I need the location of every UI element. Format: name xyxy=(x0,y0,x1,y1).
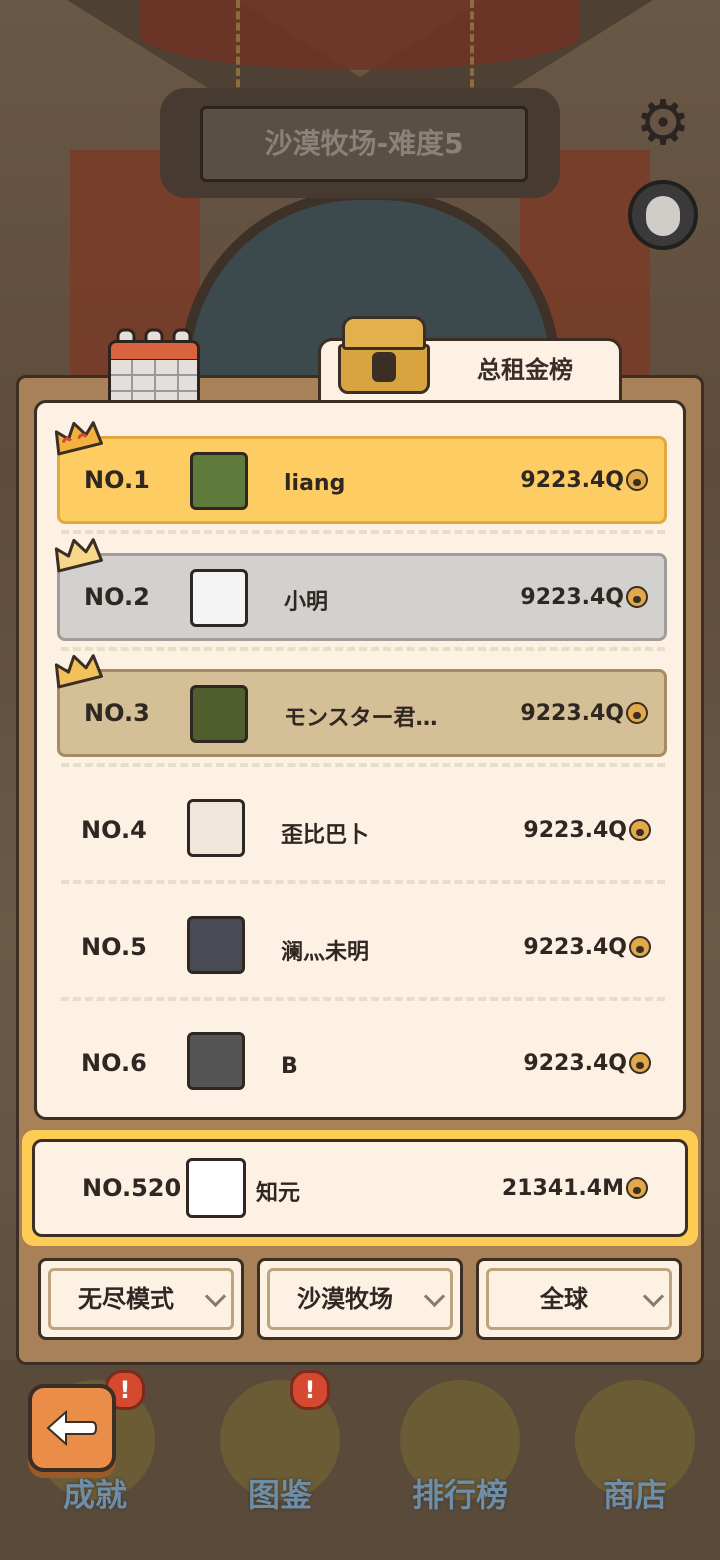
score-value: 9223.4Q xyxy=(523,934,627,960)
nav-label: 图鉴 xyxy=(247,1476,312,1514)
player-name: B xyxy=(281,1053,298,1079)
score-value: 9223.4Q xyxy=(523,817,627,843)
table-row[interactable]: NO.1 liang 9223.4Q xyxy=(54,421,667,524)
avatar xyxy=(187,1032,245,1090)
rank-label: NO.2 xyxy=(84,583,150,611)
nav-label: 商店 xyxy=(602,1476,667,1514)
region-dropdown[interactable]: 全球 xyxy=(476,1258,682,1340)
table-row[interactable]: NO.4 歪比巴卜 9223.4Q xyxy=(57,786,667,874)
dropdown-label: 沙漠牧场 xyxy=(297,1285,393,1313)
leaderboard-list[interactable]: NO.1 liang 9223.4Q NO.2 小明 9223.4Q NO.3 … xyxy=(34,400,686,1120)
my-player-name: 知元 xyxy=(256,1181,301,1206)
paw-coin-icon xyxy=(626,1177,648,1199)
qq-penguin-icon[interactable] xyxy=(628,180,698,250)
gear-icon[interactable]: ⚙ xyxy=(630,90,696,156)
avatar xyxy=(186,1158,246,1218)
score-value: 21341.4M xyxy=(501,1175,624,1201)
paw-coin-icon xyxy=(629,1052,651,1074)
paw-coin-icon xyxy=(626,469,648,491)
score: 9223.4Q xyxy=(520,556,648,638)
table-row[interactable]: NO.6 B 9223.4Q xyxy=(57,1019,667,1107)
player-name: モンスター君… xyxy=(284,706,438,731)
calendar-icon xyxy=(108,340,200,362)
table-row[interactable]: NO.5 澜灬未明 9223.4Q xyxy=(57,903,667,991)
score: 9223.4Q xyxy=(523,1019,651,1107)
player-name: 澜灬未明 xyxy=(281,940,370,965)
row-divider xyxy=(61,647,665,657)
nav-shop[interactable]: 商店 xyxy=(560,1370,710,1520)
score: 9223.4Q xyxy=(523,786,651,874)
my-score: 21341.4M xyxy=(502,1139,648,1237)
map-dropdown[interactable]: 沙漠牧场 xyxy=(257,1258,463,1340)
rank-label: NO.5 xyxy=(81,933,147,961)
treasure-chest-icon xyxy=(336,312,432,398)
player-name: 歪比巴卜 xyxy=(281,823,370,848)
back-button[interactable] xyxy=(28,1384,116,1472)
rank-label: NO.1 xyxy=(84,466,150,494)
dropdown-label: 无尽模式 xyxy=(78,1285,174,1313)
row-divider xyxy=(61,880,665,890)
avatar xyxy=(190,569,248,627)
curtain-valance xyxy=(140,0,580,70)
avatar xyxy=(190,452,248,510)
score-value: 9223.4Q xyxy=(523,1050,627,1076)
score-value: 9223.4Q xyxy=(520,467,624,493)
rank-label: NO.3 xyxy=(84,699,150,727)
row-divider xyxy=(61,763,665,773)
dropdown-label: 全球 xyxy=(540,1285,588,1313)
score: 9223.4Q xyxy=(520,439,648,521)
rank-label: NO.4 xyxy=(81,816,147,844)
rank-label: NO.6 xyxy=(81,1049,147,1077)
row-divider xyxy=(61,997,665,1007)
avatar xyxy=(187,799,245,857)
my-rank-label: NO.520 xyxy=(82,1174,182,1202)
player-name: 小明 xyxy=(284,590,329,615)
tab-total-rent-label[interactable]: 总租金榜 xyxy=(440,350,610,390)
score: 9223.4Q xyxy=(523,903,651,991)
avatar xyxy=(187,916,245,974)
player-name: liang xyxy=(284,470,346,496)
paw-coin-icon xyxy=(626,586,648,608)
nav-leaderboard[interactable]: 排行榜 xyxy=(385,1370,535,1520)
paw-coin-icon xyxy=(626,702,648,724)
score-value: 9223.4Q xyxy=(520,584,624,610)
score: 9223.4Q xyxy=(520,672,648,754)
back-arrow-icon xyxy=(46,1410,98,1446)
paw-coin-icon xyxy=(629,819,651,841)
score-value: 9223.4Q xyxy=(520,700,624,726)
nav-label: 成就 xyxy=(62,1476,127,1514)
row-divider xyxy=(61,530,665,540)
mode-dropdown[interactable]: 无尽模式 xyxy=(38,1258,244,1340)
avatar xyxy=(190,685,248,743)
table-row[interactable]: NO.3 モンスター君… 9223.4Q xyxy=(54,654,667,757)
alert-badge: ! xyxy=(290,1370,330,1410)
nav-collection[interactable]: ! 图鉴 xyxy=(205,1370,355,1520)
paw-coin-icon xyxy=(629,936,651,958)
tab-calendar[interactable] xyxy=(104,328,204,410)
table-row[interactable]: NO.2 小明 9223.4Q xyxy=(54,538,667,641)
page-title: 沙漠牧场-难度5 xyxy=(264,127,464,160)
nav-label: 排行榜 xyxy=(411,1476,508,1514)
